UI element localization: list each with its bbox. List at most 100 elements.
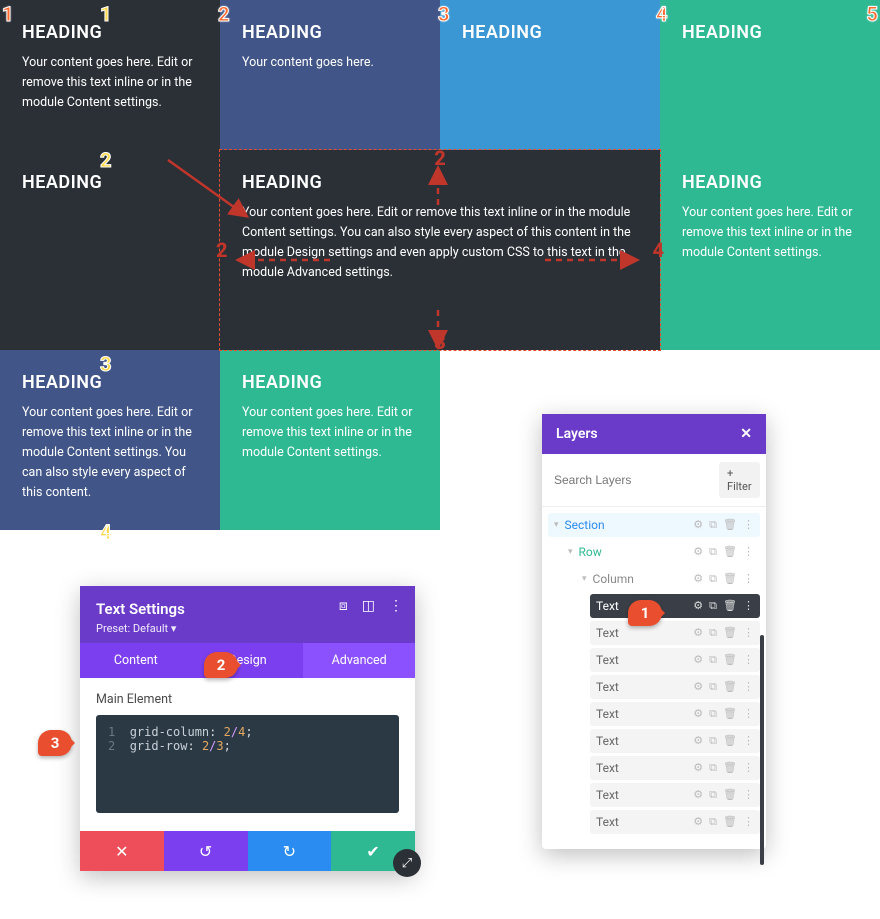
layer-text[interactable]: Text⚙⧉🗑⋮ [590, 621, 760, 645]
text-settings-panel: Text Settings Preset: Default ▾ ⧈ ◫ ⋮ Co… [80, 586, 415, 871]
layers-title: Layers [556, 426, 598, 442]
trash-icon[interactable]: 🗑 [723, 734, 737, 748]
grid-col-line: 2 [218, 2, 230, 26]
cell-heading: HEADING [462, 22, 638, 43]
callout-3: 3 [38, 730, 72, 756]
kebab-icon[interactable]: ⋮ [743, 734, 754, 748]
gear-icon[interactable]: ⚙ [693, 761, 703, 775]
trash-icon[interactable]: 🗑 [723, 518, 737, 532]
chevron-down-icon[interactable]: ▾ [582, 574, 587, 584]
dock-icon[interactable]: ◫ [362, 598, 375, 614]
layers-tree: ▾ Section ⚙⧉🗑⋮ ▾ Row ⚙⧉🗑⋮ ▾ Column ⚙⧉🗑⋮ … [542, 507, 766, 849]
layer-text[interactable]: Text⚙⧉🗑⋮ [590, 810, 760, 834]
cell-heading: HEADING [22, 172, 198, 193]
grid-row-line: 2 [100, 148, 112, 172]
duplicate-icon[interactable]: ⧉ [709, 626, 717, 640]
kebab-icon[interactable]: ⋮ [743, 653, 754, 667]
duplicate-icon[interactable]: ⧉ [709, 680, 717, 694]
cell-body: Your content goes here. Edit or remove t… [682, 203, 858, 263]
layer-text[interactable]: Text⚙⧉🗑⋮ [590, 756, 760, 780]
trash-icon[interactable]: 🗑 [723, 761, 737, 775]
cell-body: Your content goes here. Edit or remove t… [242, 203, 638, 283]
css-code-editor[interactable]: 1 grid-column: 2/4; 2 grid-row: 2/3; [96, 715, 399, 813]
kebab-icon[interactable]: ⋮ [743, 518, 754, 532]
kebab-icon[interactable]: ⋮ [389, 598, 403, 614]
kebab-icon[interactable]: ⋮ [743, 680, 754, 694]
duplicate-icon[interactable]: ⧉ [709, 707, 717, 721]
trash-icon[interactable]: 🗑 [723, 572, 737, 586]
chevron-down-icon[interactable]: ▾ [554, 520, 559, 530]
trash-icon[interactable]: 🗑 [723, 599, 737, 613]
trash-icon[interactable]: 🗑 [723, 680, 737, 694]
duplicate-icon[interactable]: ⧉ [709, 599, 717, 613]
duplicate-icon[interactable]: ⧉ [709, 761, 717, 775]
layers-header[interactable]: Layers ✕ [542, 414, 766, 454]
kebab-icon[interactable]: ⋮ [743, 572, 754, 586]
kebab-icon[interactable]: ⋮ [743, 788, 754, 802]
trash-icon[interactable]: 🗑 [723, 707, 737, 721]
expand-icon[interactable]: ⤢ [393, 849, 421, 877]
duplicate-icon[interactable]: ⧉ [709, 734, 717, 748]
filter-button[interactable]: + Filter [719, 462, 760, 498]
duplicate-icon[interactable]: ⧉ [709, 815, 717, 829]
scrollbar[interactable] [760, 635, 764, 865]
search-layers-input[interactable] [550, 462, 713, 498]
gear-icon[interactable]: ⚙ [693, 707, 703, 721]
cell-body: Your content goes here. Edit or remove t… [22, 403, 198, 503]
gear-icon[interactable]: ⚙ [693, 518, 703, 532]
preset-selector[interactable]: Preset: Default ▾ [96, 622, 399, 635]
trash-icon[interactable]: 🗑 [723, 653, 737, 667]
close-icon[interactable]: ✕ [740, 426, 752, 442]
trash-icon[interactable]: 🗑 [723, 815, 737, 829]
grid-row-line: 1 [100, 2, 112, 26]
gear-icon[interactable]: ⚙ [693, 653, 703, 667]
kebab-icon[interactable]: ⋮ [743, 599, 754, 613]
layer-text[interactable]: Text⚙⧉🗑⋮ [590, 648, 760, 672]
chevron-down-icon[interactable]: ▾ [568, 547, 573, 557]
gear-icon[interactable]: ⚙ [693, 788, 703, 802]
grid-cell: HEADING Your content goes here. Edit or … [660, 150, 880, 350]
tab-content[interactable]: Content [80, 643, 192, 678]
duplicate-icon[interactable]: ⧉ [709, 545, 717, 559]
gear-icon[interactable]: ⚙ [693, 545, 703, 559]
gear-icon[interactable]: ⚙ [693, 815, 703, 829]
cell-heading: HEADING [242, 22, 418, 43]
kebab-icon[interactable]: ⋮ [743, 707, 754, 721]
redo-button[interactable]: ↻ [248, 831, 332, 871]
kebab-icon[interactable]: ⋮ [743, 761, 754, 775]
undo-button[interactable]: ↺ [164, 831, 248, 871]
trash-icon[interactable]: 🗑 [723, 545, 737, 559]
focus-icon[interactable]: ⧈ [339, 598, 348, 614]
gear-icon[interactable]: ⚙ [693, 680, 703, 694]
grid-row-line: 4 [100, 520, 112, 544]
trash-icon[interactable]: 🗑 [723, 626, 737, 640]
duplicate-icon[interactable]: ⧉ [709, 653, 717, 667]
layer-row[interactable]: ▾ Row ⚙⧉🗑⋮ [562, 540, 760, 564]
layer-column[interactable]: ▾ Column ⚙⧉🗑⋮ [576, 567, 760, 591]
gear-icon[interactable]: ⚙ [693, 626, 703, 640]
gear-icon[interactable]: ⚙ [693, 572, 703, 586]
callout-1: 1 [628, 600, 662, 626]
kebab-icon[interactable]: ⋮ [743, 545, 754, 559]
layer-text[interactable]: Text⚙⧉🗑⋮ [590, 729, 760, 753]
gear-icon[interactable]: ⚙ [693, 599, 703, 613]
cell-heading: HEADING [682, 172, 858, 193]
gear-icon[interactable]: ⚙ [693, 734, 703, 748]
cancel-button[interactable]: ✕ [80, 831, 164, 871]
layer-text[interactable]: Text⚙⧉🗑⋮ [590, 675, 760, 699]
span-annotation-top: 2 [434, 146, 446, 170]
kebab-icon[interactable]: ⋮ [743, 815, 754, 829]
duplicate-icon[interactable]: ⧉ [709, 518, 717, 532]
layer-text[interactable]: Text⚙⧉🗑⋮ [590, 783, 760, 807]
panel-header[interactable]: Text Settings Preset: Default ▾ ⧈ ◫ ⋮ [80, 586, 415, 643]
tab-advanced[interactable]: Advanced [303, 643, 415, 678]
trash-icon[interactable]: 🗑 [723, 788, 737, 802]
layer-text[interactable]: Text⚙⧉🗑⋮ [590, 594, 760, 618]
kebab-icon[interactable]: ⋮ [743, 626, 754, 640]
cell-body: Your content goes here. Edit or remove t… [22, 53, 198, 113]
duplicate-icon[interactable]: ⧉ [709, 788, 717, 802]
layer-section[interactable]: ▾ Section ⚙⧉🗑⋮ [548, 513, 760, 537]
layer-text[interactable]: Text⚙⧉🗑⋮ [590, 702, 760, 726]
grid-col-line: 3 [438, 2, 450, 26]
duplicate-icon[interactable]: ⧉ [709, 572, 717, 586]
